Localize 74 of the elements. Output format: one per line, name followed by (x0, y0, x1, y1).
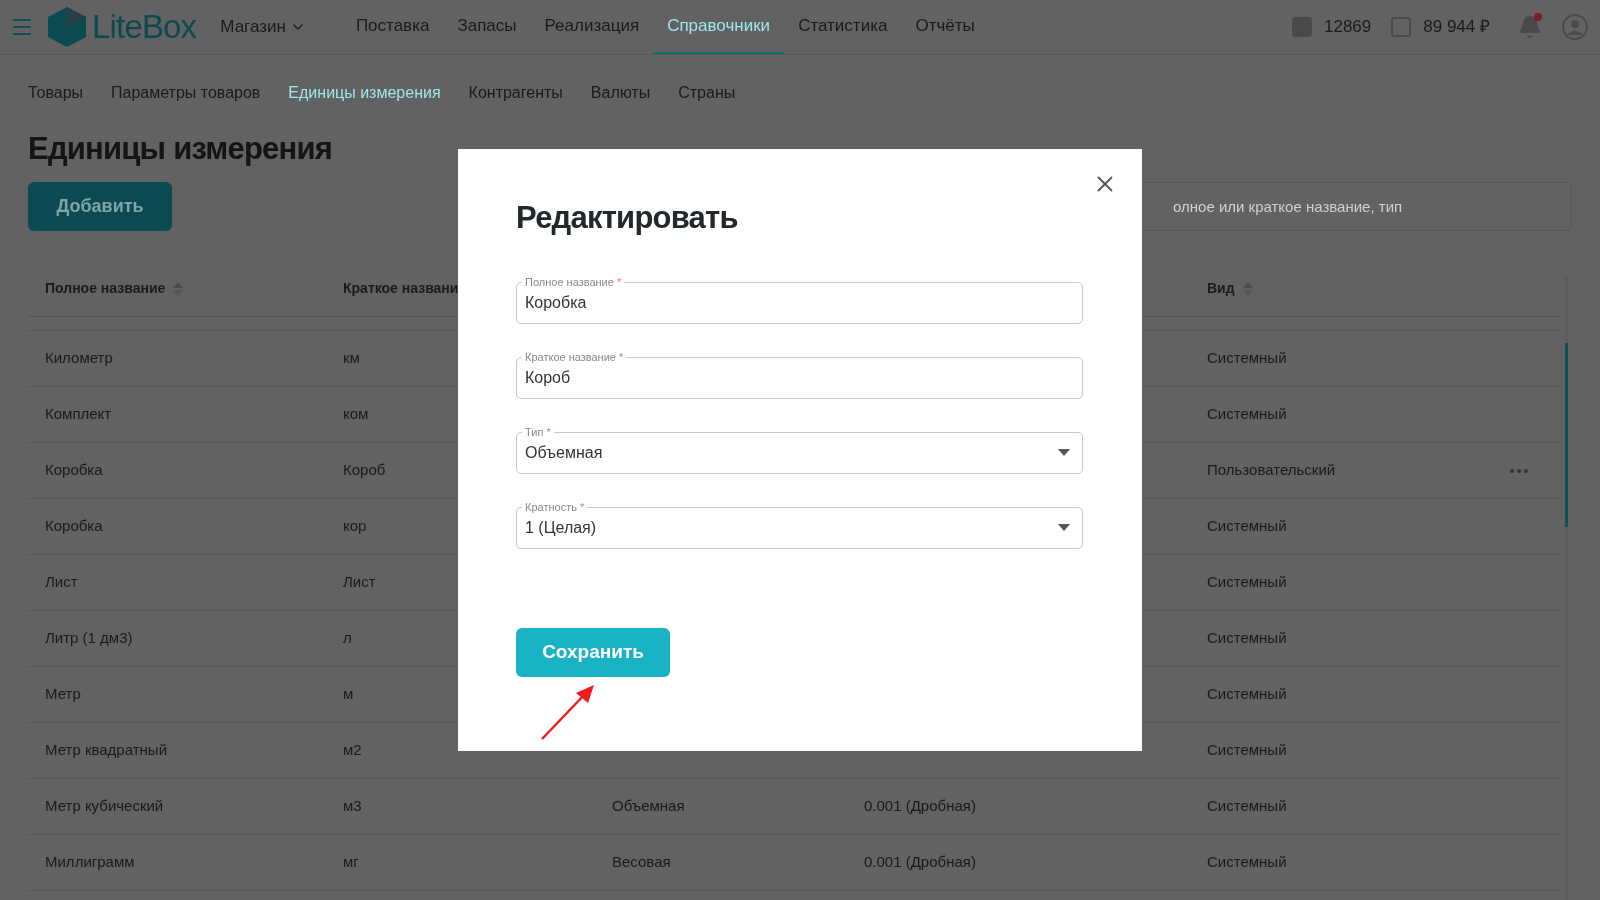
table-cell-text: Системный (1207, 852, 1287, 873)
table-cell-text: м2 (343, 740, 362, 761)
add-button[interactable]: Добавить (28, 182, 172, 231)
table-cell-text: Системный (1207, 348, 1287, 369)
id-icon (1292, 17, 1312, 37)
sort-icon[interactable] (173, 280, 184, 297)
nav-tab[interactable]: Реализация (530, 0, 654, 54)
table-cell-text: Системный (1207, 516, 1287, 537)
table-cell-text: Миллиграмм (45, 852, 135, 873)
subnav-tab[interactable]: Валюты (576, 81, 665, 105)
table-cell-text: Системный (1207, 796, 1287, 817)
table-cell-text: Лист (45, 572, 78, 593)
subnav-tab[interactable]: Товары (14, 81, 98, 105)
field-value: Коробка (525, 292, 587, 313)
nav-tab[interactable]: Отчёты (901, 0, 989, 54)
table-row[interactable]: Миллиграмм мг Весовая 0.001 (Дробная) Системный (28, 835, 1560, 891)
field-value: 1 (Целая) (525, 517, 597, 538)
column-header[interactable]: Краткое названи (343, 278, 459, 299)
notification-icon[interactable] (1518, 15, 1542, 39)
table-cell-text: 0.001 (Дробная) (864, 796, 976, 817)
avatar-icon[interactable] (1562, 14, 1588, 40)
subnav-tab[interactable]: Контрагенты (454, 81, 577, 105)
table-cell-text: Коробка (45, 460, 103, 481)
nav-tab[interactable]: Статистика (784, 0, 902, 54)
store-dropdown[interactable]: Магазин (220, 14, 306, 40)
dropdown-caret-icon (1058, 449, 1070, 456)
table-cell-text: Комплект (45, 404, 112, 425)
column-header[interactable]: Полное название (45, 278, 184, 299)
field-value: Объемная (525, 442, 603, 463)
table-cell-text: Системный (1207, 740, 1287, 761)
logo-text: LiteBox (92, 7, 197, 48)
table-cell-text: Системный (1207, 628, 1287, 649)
table-cell-text: Системный (1207, 572, 1287, 593)
table-cell-text: мг (343, 852, 359, 873)
table-cell-text: м (343, 684, 354, 705)
annotation-arrow (540, 683, 596, 741)
subnav-tab[interactable]: Параметры товаров (97, 81, 275, 105)
logo-icon (46, 5, 88, 49)
nav-tab[interactable]: Поставка (341, 0, 444, 54)
nav-tab[interactable]: Запасы (443, 0, 531, 54)
sort-icon[interactable] (1242, 280, 1253, 297)
account-id: 12869 (1324, 16, 1372, 39)
table-cell-text: Пользовательский (1207, 460, 1336, 481)
nav-tab[interactable]: Справочники (653, 0, 785, 54)
wallet-icon (1391, 17, 1412, 37)
table-cell-text: Коробка (45, 516, 103, 537)
table-cell-text: Лист (343, 572, 376, 593)
table-row[interactable]: Метр кубический м3 Объемная 0.001 (Дробная) Системный (28, 779, 1560, 835)
table-cell-text: км (343, 348, 360, 369)
save-button[interactable]: Сохранить (516, 627, 670, 677)
table-cell-text: Литр (1 дм3) (45, 628, 133, 649)
table-cell-text: Метр кубический (45, 796, 164, 817)
table-cell-text: Системный (1207, 684, 1287, 705)
table-cell-text: Метр квадратный (45, 740, 167, 761)
table-cell-text: кор (343, 516, 367, 537)
table-cell-text: Весовая (612, 852, 671, 873)
field-value: Короб (525, 367, 571, 388)
subnav-tab[interactable]: Единицы измерения (274, 81, 455, 105)
table-cell-text: Метр (45, 684, 81, 705)
scrollbar-thumb[interactable] (1565, 343, 1568, 527)
table-cell-text: ком (343, 404, 369, 425)
dialog-title: Редактировать (516, 199, 739, 237)
column-header[interactable]: Вид (1207, 278, 1253, 299)
page-title: Единицы измерения (28, 131, 334, 167)
table-cell-text: л (343, 628, 352, 649)
table-cell-text: Объемная (612, 796, 685, 817)
table-cell-text: Километр (45, 348, 113, 369)
dropdown-caret-icon (1058, 524, 1070, 531)
table-cell-text: Системный (1207, 404, 1287, 425)
balance: 89 944 ₽ (1423, 16, 1490, 39)
subnav-tab[interactable]: Страны (664, 81, 750, 105)
table-cell-text: м3 (343, 796, 362, 817)
table-cell-text: 0.001 (Дробная) (864, 852, 976, 873)
table-cell-text: Короб (343, 460, 386, 481)
